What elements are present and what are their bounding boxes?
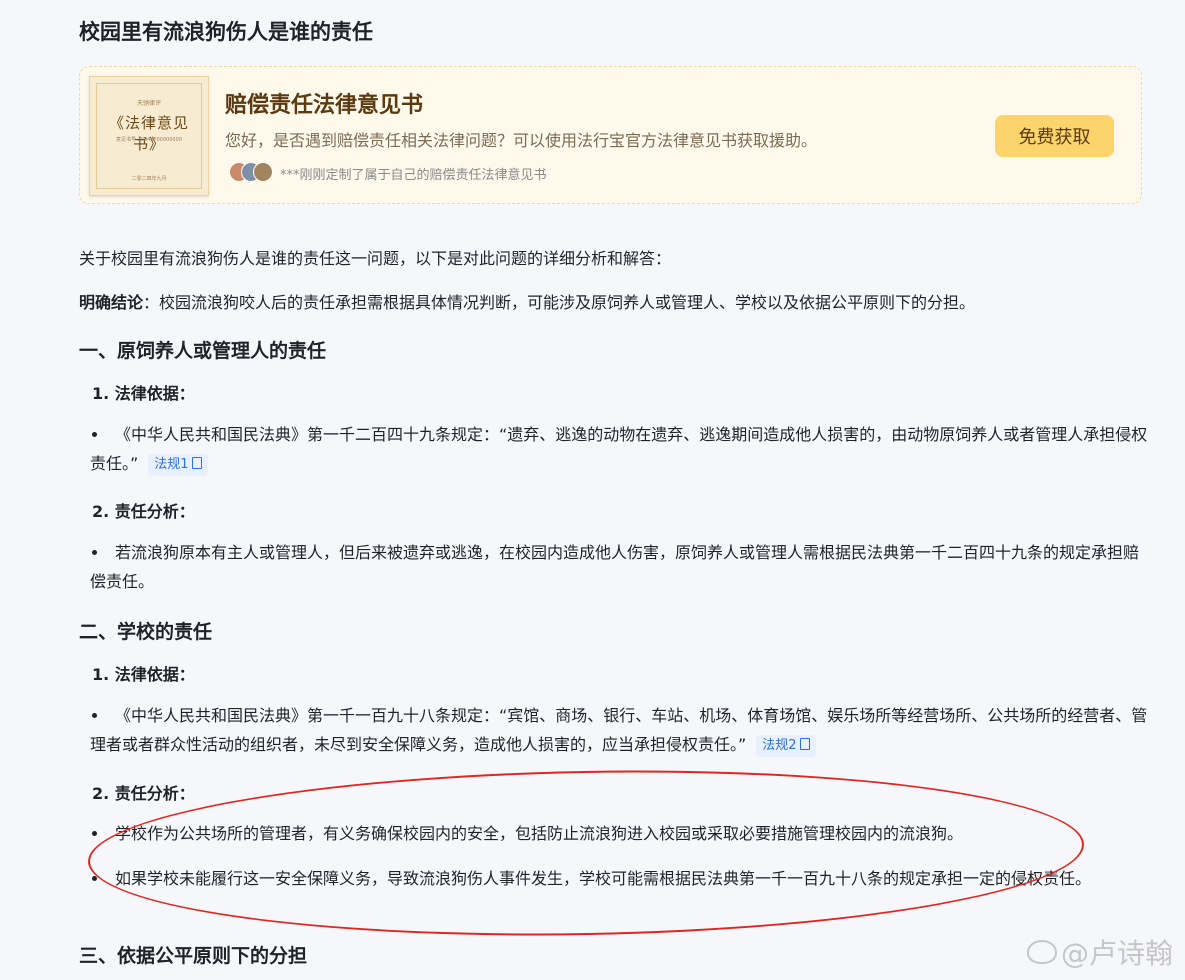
conclusion-label: 明确结论 bbox=[79, 293, 144, 312]
section-heading: 三、依据公平原则下的分担 bbox=[79, 945, 308, 967]
book-date: 二零二四年九月 bbox=[131, 176, 167, 182]
bullet-dot bbox=[92, 712, 97, 718]
legal-basis-label: 1. 法律依据： bbox=[92, 665, 195, 684]
analysis-text: 若流浪狗原本有主人或管理人，但后来被遗弃或逃逸，在校园内造成他人伤害，原饲养人或… bbox=[90, 543, 1140, 591]
bullet-dot bbox=[92, 431, 97, 437]
book-number: 意见书号 2024KF00000000 bbox=[116, 137, 182, 143]
analysis-label: 2. 责任分析： bbox=[92, 502, 195, 521]
weibo-icon bbox=[1026, 940, 1057, 964]
bullet-dot bbox=[92, 549, 97, 555]
intro-text: 关于校园里有流浪狗伤人是谁的责任这一问题，以下是对此问题的详细分析和解答： bbox=[79, 249, 672, 268]
bullet-dot bbox=[92, 830, 97, 836]
legal-opinion-book-cover: 天驰律评 《法律意见书》 意见书号 2024KF00000000 二零二四年九月 bbox=[89, 76, 209, 196]
law-reference-tag[interactable]: 法规2 bbox=[756, 734, 816, 757]
section-heading: 一、原饲养人或管理人的责任 bbox=[79, 340, 327, 362]
document-icon bbox=[191, 456, 202, 469]
list-item: 《中华人民共和国民法典》第一千二百四十九条规定：“遗弃、逃逸的动物在遗弃、逃逸期… bbox=[90, 420, 1150, 478]
weibo-watermark: @卢诗翰 bbox=[1026, 932, 1173, 972]
conclusion-paragraph: 明确结论：校园流浪狗咬人后的责任承担需根据具体情况判断，可能涉及原饲养人或管理人… bbox=[79, 288, 975, 317]
watermark-text: @卢诗翰 bbox=[1060, 937, 1173, 970]
red-annotation-ellipse bbox=[86, 762, 1086, 944]
analysis-label: 2. 责任分析： bbox=[92, 784, 195, 803]
free-get-button[interactable]: 免费获取 bbox=[995, 115, 1114, 157]
promo-title: 赔偿责任法律意见书 bbox=[225, 93, 424, 118]
legal-text: 《中华人民共和国民法典》第一千一百九十八条规定：“宾馆、商场、银行、车站、机场、… bbox=[90, 706, 1148, 754]
book-publisher: 天驰律评 bbox=[136, 100, 161, 107]
user-avatars bbox=[229, 162, 277, 182]
legal-text: 《中华人民共和国民法典》第一千二百四十九条规定：“遗弃、逃逸的动物在遗弃、逃逸期… bbox=[90, 425, 1148, 473]
law-reference-tag[interactable]: 法规1 bbox=[148, 453, 208, 476]
book-title: 《法律意见书》 bbox=[108, 114, 189, 153]
list-item: 若流浪狗原本有主人或管理人，但后来被遗弃或逃逸，在校园内造成他人伤害，原饲养人或… bbox=[90, 538, 1150, 596]
legal-basis-label: 1. 法律依据： bbox=[92, 384, 195, 403]
avatar bbox=[253, 162, 273, 182]
legal-opinion-promo-card[interactable]: 天驰律评 《法律意见书》 意见书号 2024KF00000000 二零二四年九月… bbox=[79, 66, 1142, 204]
document-icon bbox=[799, 737, 810, 750]
page-title: 校园里有流浪狗伤人是谁的责任 bbox=[79, 20, 373, 44]
promo-description: 您好，是否遇到赔偿责任相关法律问题？可以使用法行宝官方法律意见书获取援助。 bbox=[225, 131, 818, 150]
section-heading: 二、学校的责任 bbox=[79, 621, 213, 643]
conclusion-text: ：校园流浪狗咬人后的责任承担需根据具体情况判断，可能涉及原饲养人或管理人、学校以… bbox=[143, 293, 976, 312]
promo-note: ***刚刚定制了属于自己的赔偿责任法律意见书 bbox=[280, 168, 547, 183]
list-item: 《中华人民共和国民法典》第一千一百九十八条规定：“宾馆、商场、银行、车站、机场、… bbox=[90, 701, 1150, 759]
